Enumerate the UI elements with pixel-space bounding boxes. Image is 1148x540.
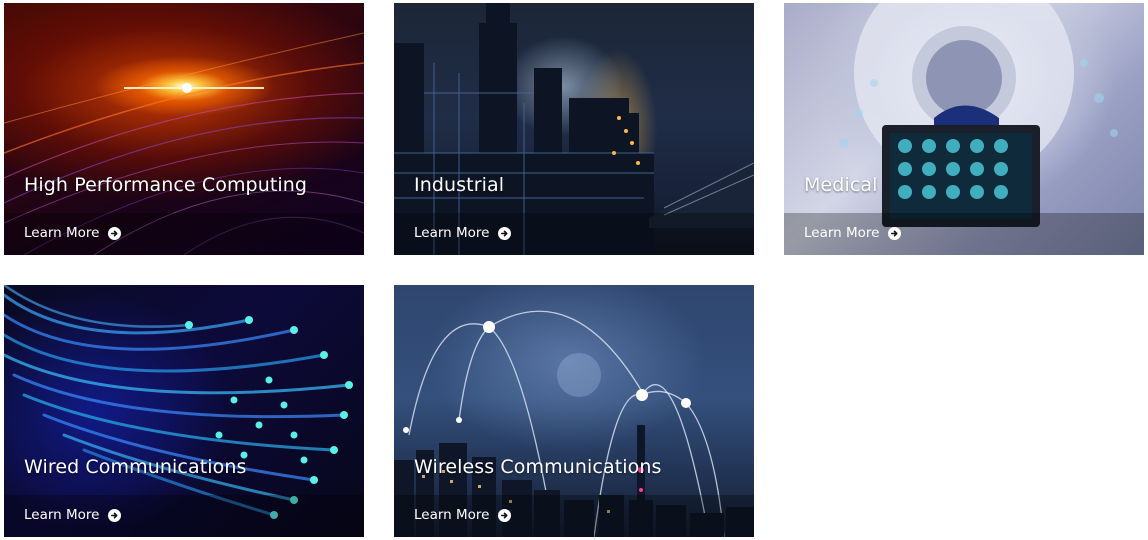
card-title: High Performance Computing xyxy=(24,174,308,196)
learn-more-label: Learn More xyxy=(804,225,880,241)
card-industrial[interactable]: Industrial Learn More xyxy=(394,3,754,255)
arrow-circle-right-icon xyxy=(497,226,511,240)
card-title: Medical xyxy=(804,174,878,196)
learn-more-label: Learn More xyxy=(414,507,490,523)
learn-more-label: Learn More xyxy=(24,225,100,241)
card-title: Wired Communications xyxy=(24,456,247,478)
learn-more-link[interactable]: Learn More xyxy=(414,225,511,241)
arrow-circle-right-icon xyxy=(497,508,511,522)
arrow-circle-right-icon xyxy=(107,226,121,240)
learn-more-link[interactable]: Learn More xyxy=(24,507,121,523)
card-wired-communications[interactable]: Wired Communications Learn More xyxy=(4,285,364,537)
learn-more-link[interactable]: Learn More xyxy=(24,225,121,241)
arrow-circle-right-icon xyxy=(107,508,121,522)
learn-more-link[interactable]: Learn More xyxy=(804,225,901,241)
arrow-circle-right-icon xyxy=(887,226,901,240)
industry-card-grid: High Performance Computing Learn More In… xyxy=(0,0,1148,540)
learn-more-label: Learn More xyxy=(414,225,490,241)
card-medical[interactable]: Medical Learn More xyxy=(784,3,1144,255)
card-title: Industrial xyxy=(414,174,505,196)
card-title: Wireless Communications xyxy=(414,456,662,478)
learn-more-label: Learn More xyxy=(24,507,100,523)
card-high-performance-computing[interactable]: High Performance Computing Learn More xyxy=(4,3,364,255)
card-wireless-communications[interactable]: Wireless Communications Learn More xyxy=(394,285,754,537)
learn-more-link[interactable]: Learn More xyxy=(414,507,511,523)
